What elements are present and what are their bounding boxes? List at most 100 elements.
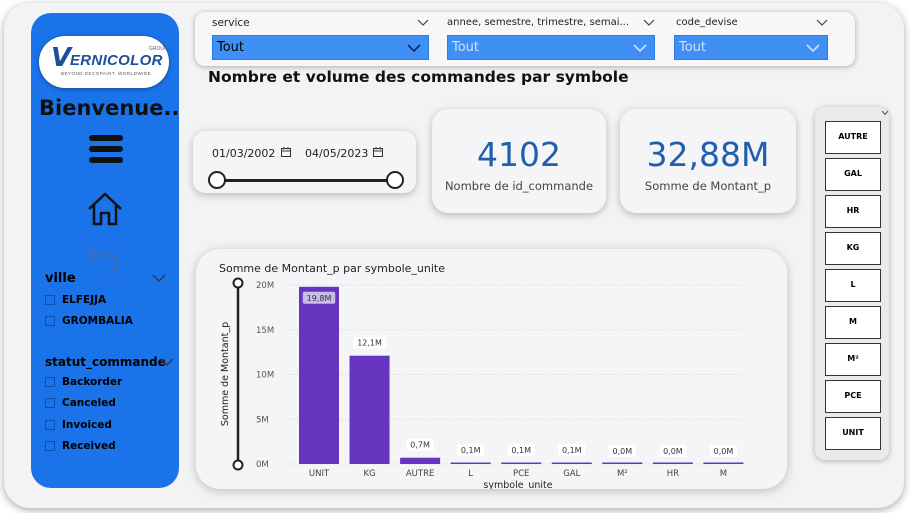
data-label: 12,1M — [357, 339, 382, 348]
kpi-label: Nombre de id_commande — [444, 179, 594, 193]
menu-icon[interactable] — [89, 135, 123, 167]
filter-label: service — [212, 17, 250, 29]
select-value: Tout — [217, 40, 245, 55]
symbol-button[interactable]: KG — [825, 232, 881, 265]
date-slider-start-handle[interactable] — [208, 171, 226, 189]
calendar-icon[interactable] — [373, 147, 383, 157]
y-tick-label: 10M — [256, 371, 274, 381]
checkbox[interactable] — [45, 295, 55, 305]
symbol-slicer: AUTRE GAL HR KG L M M² PCE UNIT — [815, 107, 889, 460]
back-arrow-icon[interactable] — [85, 243, 121, 275]
chevron-down-icon[interactable] — [881, 110, 889, 116]
symbol-button[interactable]: M — [825, 306, 881, 339]
bar[interactable] — [551, 462, 592, 465]
option-label: Invoiced — [62, 419, 112, 431]
start-date-input[interactable]: 01/03/2002 — [212, 147, 275, 160]
ville-option-elfejja[interactable]: ELFEJJA — [45, 293, 106, 307]
filter-label: code_devise — [676, 17, 738, 28]
bar[interactable] — [501, 462, 542, 465]
bar[interactable] — [703, 462, 744, 465]
checkbox[interactable] — [45, 316, 55, 326]
symbol-button[interactable]: M² — [825, 343, 881, 376]
data-label: 0,1M — [562, 446, 582, 455]
option-label: ELFEJJA — [62, 294, 107, 306]
option-label: GROMBALIA — [62, 315, 133, 327]
bar[interactable] — [602, 462, 643, 465]
data-label: 0,0M — [663, 447, 683, 456]
bar[interactable] — [299, 286, 339, 464]
checkbox[interactable] — [45, 377, 55, 387]
welcome-text: Bienvenue.. — [39, 96, 179, 120]
chevron-down-icon[interactable] — [160, 357, 174, 367]
logo-tagline: BEYOND DECOPAINT, WORLDWIDE — [61, 71, 152, 76]
x-tick-label: M² — [617, 469, 628, 479]
bar[interactable] — [450, 462, 491, 465]
devise-select[interactable]: Tout — [674, 35, 828, 60]
y-tick-label: 20M — [256, 281, 274, 291]
y-slider-top-handle[interactable] — [232, 277, 244, 289]
statut-option-invoiced[interactable]: Invoiced — [45, 418, 112, 432]
x-tick-label: M — [720, 469, 727, 479]
period-filter[interactable]: annee, semestre, trimestre, semai... Tou… — [447, 12, 655, 66]
checkbox[interactable] — [45, 398, 55, 408]
page-title: Nombre et volume des commandes par symbo… — [208, 68, 629, 86]
kpi-value: 4102 — [477, 135, 561, 174]
statut-option-backorder[interactable]: Backorder — [45, 375, 122, 389]
option-label: Received — [62, 440, 116, 452]
checkbox[interactable] — [45, 441, 55, 451]
chevron-down-icon — [806, 44, 820, 53]
checkbox[interactable] — [45, 420, 55, 430]
logo-letter: V — [51, 43, 72, 73]
y-axis-label: Somme de Montant_p — [220, 322, 231, 426]
chevron-down-icon[interactable] — [152, 273, 166, 283]
x-tick-label: GAL — [563, 469, 580, 479]
kpi-card-montant: 32,88M Somme de Montant_p — [620, 109, 796, 213]
x-tick-label: L — [468, 469, 473, 479]
date-slider-end-handle[interactable] — [386, 171, 404, 189]
chevron-down-icon[interactable] — [816, 17, 828, 27]
symbol-button[interactable]: GAL — [825, 158, 881, 191]
data-label: 19,8M — [307, 294, 332, 303]
period-select[interactable]: Tout — [447, 35, 655, 60]
y-slider-bottom-handle[interactable] — [232, 459, 244, 471]
service-select[interactable]: Tout — [212, 35, 429, 60]
data-label: 0,0M — [714, 447, 734, 456]
symbol-button[interactable]: L — [825, 269, 881, 302]
select-value: Tout — [679, 40, 707, 55]
bar[interactable] — [652, 462, 693, 465]
statut-option-received[interactable]: Received — [45, 439, 116, 453]
x-tick-label: AUTRE — [406, 469, 435, 479]
y-tick-label: 15M — [256, 326, 274, 336]
company-logo: V ERNICOLOR GROUP BEYOND DECOPAINT, WORL… — [39, 36, 169, 88]
data-label: 0,1M — [461, 446, 481, 455]
chevron-down-icon — [633, 44, 647, 53]
calendar-icon[interactable] — [281, 147, 291, 157]
statut-slicer-title: statut_commande — [45, 355, 166, 369]
chevron-down-icon[interactable] — [417, 17, 429, 27]
end-date-input[interactable]: 04/05/2023 — [305, 147, 368, 160]
chevron-down-icon[interactable] — [643, 17, 655, 27]
x-tick-label: UNIT — [309, 469, 330, 479]
bar[interactable] — [349, 355, 390, 464]
statut-option-canceled[interactable]: Canceled — [45, 396, 116, 410]
kpi-card-commandes: 4102 Nombre de id_commande — [432, 109, 606, 213]
x-tick-label: HR — [667, 469, 679, 479]
x-tick-label: PCE — [513, 469, 529, 479]
chevron-down-icon — [407, 44, 421, 53]
date-slider-track[interactable] — [217, 179, 395, 182]
service-filter[interactable]: service Tout — [212, 12, 430, 66]
symbol-button[interactable]: UNIT — [825, 417, 881, 450]
ville-slicer-title: ville — [45, 271, 76, 286]
devise-filter[interactable]: code_devise Tout — [674, 12, 828, 66]
select-value: Tout — [452, 40, 480, 55]
sidebar: V ERNICOLOR GROUP BEYOND DECOPAINT, WORL… — [31, 13, 179, 488]
symbol-button[interactable]: AUTRE — [825, 121, 881, 154]
bar[interactable] — [400, 457, 441, 464]
symbol-button[interactable]: PCE — [825, 380, 881, 413]
symbol-button[interactable]: HR — [825, 195, 881, 228]
home-icon[interactable] — [85, 190, 125, 228]
logo-brand: ERNICOLOR — [70, 52, 163, 69]
ville-option-grombalia[interactable]: GROMBALIA — [45, 314, 133, 328]
y-tick-label: 0M — [256, 460, 269, 470]
option-label: Backorder — [62, 376, 123, 388]
